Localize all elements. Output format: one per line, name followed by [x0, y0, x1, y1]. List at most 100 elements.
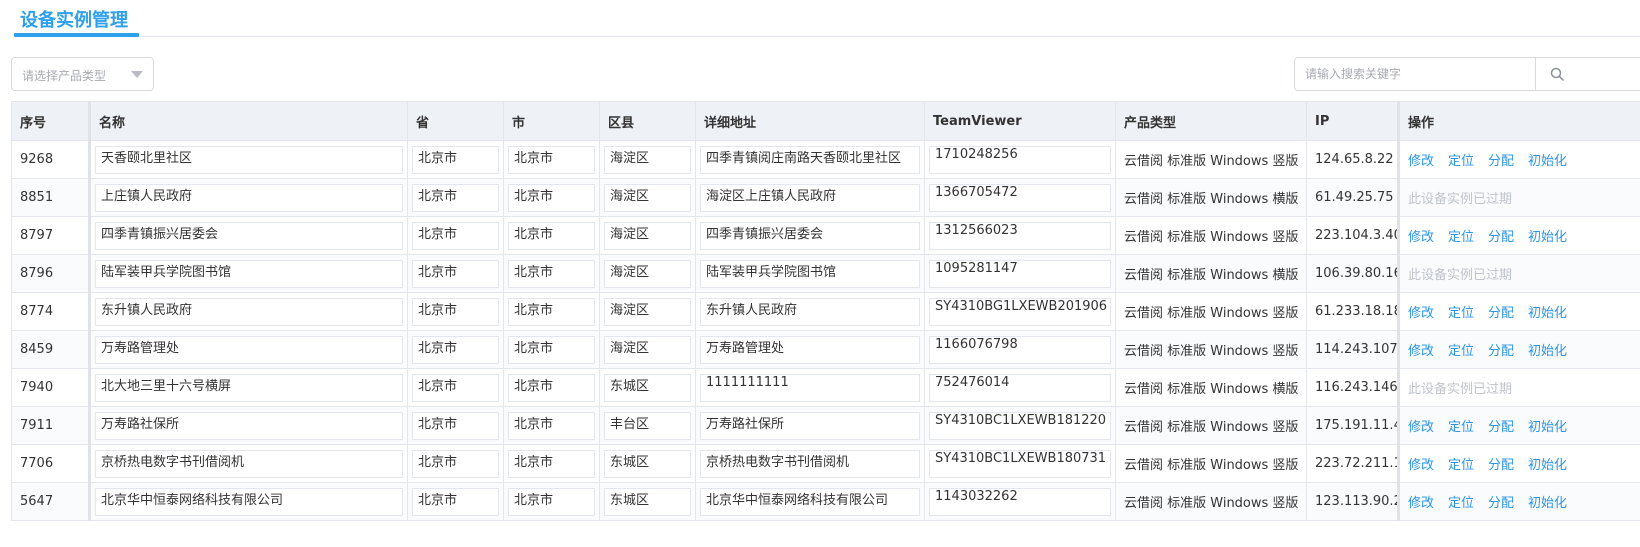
initialize-button[interactable]: 初始化: [1528, 230, 1567, 245]
teamviewer-field[interactable]: SY4310BC1LXEWB181220: [929, 411, 1111, 440]
teamviewer-field[interactable]: 1710248256: [929, 145, 1111, 174]
teamviewer-field[interactable]: 1166076798: [929, 335, 1111, 364]
name-field[interactable]: 东升镇人民政府: [95, 297, 403, 326]
district-field[interactable]: 海淀区: [604, 335, 691, 364]
column-header[interactable]: 区县: [599, 101, 696, 141]
edit-button[interactable]: 修改: [1408, 496, 1434, 511]
name-field[interactable]: 万寿路社保所: [95, 411, 403, 440]
province-field[interactable]: 北京市: [412, 487, 499, 516]
city-field[interactable]: 北京市: [508, 259, 595, 288]
address-field[interactable]: 万寿路社保所: [700, 411, 920, 440]
city-field[interactable]: 北京市: [508, 297, 595, 326]
address-field[interactable]: 北京华中恒泰网络科技有限公司: [700, 487, 920, 516]
initialize-button[interactable]: 初始化: [1528, 344, 1567, 359]
locate-button[interactable]: 定位: [1448, 420, 1474, 435]
province-field[interactable]: 北京市: [412, 259, 499, 288]
initialize-button[interactable]: 初始化: [1528, 458, 1567, 473]
locate-button[interactable]: 定位: [1448, 154, 1474, 169]
address-field[interactable]: 四季青镇振兴居委会: [700, 221, 920, 250]
province-field[interactable]: 北京市: [412, 145, 499, 174]
column-header[interactable]: 产品类型: [1115, 101, 1307, 141]
district-field[interactable]: 丰台区: [604, 411, 691, 440]
district-field[interactable]: 东城区: [604, 487, 691, 516]
column-header[interactable]: IP: [1306, 101, 1399, 141]
assign-button[interactable]: 分配: [1488, 344, 1514, 359]
province-field[interactable]: 北京市: [412, 221, 499, 250]
locate-button[interactable]: 定位: [1448, 344, 1474, 359]
assign-button[interactable]: 分配: [1488, 230, 1514, 245]
district-field[interactable]: 海淀区: [604, 221, 691, 250]
city-field[interactable]: 北京市: [508, 487, 595, 516]
province-field[interactable]: 北京市: [412, 183, 499, 212]
locate-button[interactable]: 定位: [1448, 458, 1474, 473]
name-field[interactable]: 四季青镇振兴居委会: [95, 221, 403, 250]
initialize-button[interactable]: 初始化: [1528, 496, 1567, 511]
teamviewer-field[interactable]: SY4310BG1LXEWB201906: [929, 297, 1111, 326]
address-field[interactable]: 东升镇人民政府: [700, 297, 920, 326]
address-field[interactable]: 1111111111: [700, 373, 920, 402]
name-field[interactable]: 京桥热电数字书刊借阅机: [95, 449, 403, 478]
province-field[interactable]: 北京市: [412, 411, 499, 440]
assign-button[interactable]: 分配: [1488, 496, 1514, 511]
province-field[interactable]: 北京市: [412, 449, 499, 478]
locate-button[interactable]: 定位: [1448, 496, 1474, 511]
edit-button[interactable]: 修改: [1408, 458, 1434, 473]
locate-button[interactable]: 定位: [1448, 230, 1474, 245]
city-field[interactable]: 北京市: [508, 373, 595, 402]
assign-button[interactable]: 分配: [1488, 458, 1514, 473]
city-field[interactable]: 北京市: [508, 145, 595, 174]
district-field[interactable]: 海淀区: [604, 297, 691, 326]
assign-button[interactable]: 分配: [1488, 420, 1514, 435]
column-header[interactable]: 名称: [89, 101, 408, 141]
province-field[interactable]: 北京市: [412, 335, 499, 364]
teamviewer-field[interactable]: SY4310BC1LXEWB180731: [929, 449, 1111, 478]
product-type-select[interactable]: 请选择产品类型: [11, 57, 154, 91]
teamviewer-field[interactable]: 752476014: [929, 373, 1111, 402]
teamviewer-field[interactable]: 1312566023: [929, 221, 1111, 250]
assign-button[interactable]: 分配: [1488, 306, 1514, 321]
address-field[interactable]: 京桥热电数字书刊借阅机: [700, 449, 920, 478]
edit-button[interactable]: 修改: [1408, 344, 1434, 359]
province-field[interactable]: 北京市: [412, 297, 499, 326]
city-field[interactable]: 北京市: [508, 449, 595, 478]
assign-button[interactable]: 分配: [1488, 154, 1514, 169]
search-button[interactable]: [1535, 58, 1575, 90]
address-field[interactable]: 陆军装甲兵学院图书馆: [700, 259, 920, 288]
initialize-button[interactable]: 初始化: [1528, 420, 1567, 435]
column-header[interactable]: 详细地址: [695, 101, 925, 141]
initialize-button[interactable]: 初始化: [1528, 306, 1567, 321]
teamviewer-field[interactable]: 1095281147: [929, 259, 1111, 288]
name-field[interactable]: 北京华中恒泰网络科技有限公司: [95, 487, 403, 516]
address-field[interactable]: 万寿路管理处: [700, 335, 920, 364]
teamviewer-field[interactable]: 1143032262: [929, 487, 1111, 516]
city-field[interactable]: 北京市: [508, 335, 595, 364]
search-input[interactable]: [1295, 58, 1535, 90]
name-field[interactable]: 万寿路管理处: [95, 335, 403, 364]
city-field[interactable]: 北京市: [508, 221, 595, 250]
column-header[interactable]: 序号: [11, 101, 91, 141]
edit-button[interactable]: 修改: [1408, 306, 1434, 321]
district-field[interactable]: 东城区: [604, 449, 691, 478]
edit-button[interactable]: 修改: [1408, 230, 1434, 245]
address-field[interactable]: 四季青镇阅庄南路天香颐北里社区: [700, 145, 920, 174]
district-field[interactable]: 东城区: [604, 373, 691, 402]
edit-button[interactable]: 修改: [1408, 154, 1434, 169]
column-header[interactable]: TeamViewer: [924, 101, 1116, 141]
column-header[interactable]: 省: [407, 101, 504, 141]
teamviewer-field[interactable]: 1366705472: [929, 183, 1111, 212]
edit-button[interactable]: 修改: [1408, 420, 1434, 435]
name-field[interactable]: 天香颐北里社区: [95, 145, 403, 174]
name-field[interactable]: 北大地三里十六号横屏: [95, 373, 403, 402]
name-field[interactable]: 陆军装甲兵学院图书馆: [95, 259, 403, 288]
city-field[interactable]: 北京市: [508, 411, 595, 440]
name-field[interactable]: 上庄镇人民政府: [95, 183, 403, 212]
city-field[interactable]: 北京市: [508, 183, 595, 212]
address-field[interactable]: 海淀区上庄镇人民政府: [700, 183, 920, 212]
district-field[interactable]: 海淀区: [604, 259, 691, 288]
locate-button[interactable]: 定位: [1448, 306, 1474, 321]
initialize-button[interactable]: 初始化: [1528, 154, 1567, 169]
district-field[interactable]: 海淀区: [604, 183, 691, 212]
district-field[interactable]: 海淀区: [604, 145, 691, 174]
province-field[interactable]: 北京市: [412, 373, 499, 402]
column-header[interactable]: 市: [503, 101, 600, 141]
